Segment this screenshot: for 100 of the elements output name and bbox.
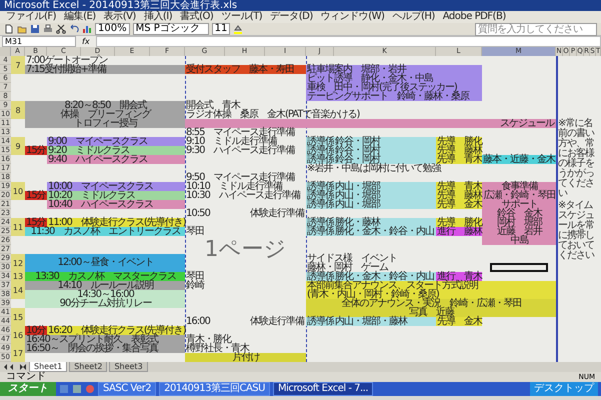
cell-text: 琴田	[186, 227, 205, 236]
filled-cell: 先導 藤林	[436, 146, 482, 155]
cell-text: 7:00ゲートオープン	[25, 56, 108, 65]
help-search-field[interactable]: 質問を入力してください	[475, 22, 597, 36]
printer-icon[interactable]	[43, 24, 53, 34]
sheet-tab[interactable]: Sheet1	[29, 362, 68, 372]
cell-text: 写真 近藤	[408, 308, 454, 317]
cell-text: 全体のアナウンス・実況 鈴崎・広瀬・琴田	[342, 299, 522, 308]
filled-cell: 誘導係	[306, 137, 334, 146]
selected-cell[interactable]	[490, 263, 548, 272]
cell-text: 14:30～16:00	[77, 290, 134, 299]
cell-text: 10:30 ハイペース走行準備	[185, 191, 302, 200]
cell-text: 10:50	[186, 209, 212, 218]
cell-text: 90分チーム対抗リレー	[58, 299, 153, 308]
filled-cell: 受付スタッフ 藤本・寿田	[185, 65, 306, 74]
taskbar-button[interactable]: Microsoft Excel - 7...	[272, 382, 374, 396]
cell-text: 16:00	[186, 317, 212, 326]
hour-cell: 9	[11, 137, 25, 155]
hour-cell: 10	[11, 182, 25, 200]
cell-text: 琴田	[185, 272, 204, 281]
filled-cell: 誘導係	[306, 191, 334, 200]
menu-item[interactable]: 表示(V)	[104, 11, 136, 23]
function-button[interactable]: fx	[80, 37, 92, 46]
cell-text: 駐車場案内 堀部・岩井	[306, 65, 408, 74]
taskbar-button[interactable]: SASC Ver2	[98, 382, 156, 396]
save-icon[interactable]	[30, 24, 40, 34]
filled-cell: 先導 勝化	[436, 137, 482, 146]
menu-item[interactable]: ファイル(F)	[6, 11, 56, 23]
cell-text: 9:10 ミドル走行準備	[185, 137, 277, 146]
filled-cell: 進行 藤林	[436, 227, 482, 236]
filled-cell: 15分	[25, 191, 47, 200]
filled-cell: 勝化・金木・鈴谷・内山	[334, 272, 436, 281]
filled-cell: 先導 青木	[436, 182, 482, 191]
undo-icon[interactable]	[69, 24, 79, 34]
filled-cell: 先導 金木	[436, 317, 482, 326]
filled-cell: 9:20 ミドルクラス	[47, 146, 185, 155]
filled-cell: 16:50～ 閉会の挨拶・集合写真	[25, 344, 185, 353]
cell-text: 樽野社長・青木	[185, 344, 250, 353]
scissors-icon[interactable]	[56, 24, 66, 34]
cell-text: 8:55 マイペース走行準備	[185, 128, 296, 137]
filled-cell: 先導 勝化	[436, 218, 482, 227]
note-text: ※タイムスケジュールを常に携帯しておいてください	[558, 201, 596, 261]
taskbar-button[interactable]: 20140913第三回CASU	[159, 382, 270, 396]
hour-cell: 17	[11, 344, 25, 362]
filled-cell: 10:20 ミドルクラス	[47, 191, 185, 200]
filled-cell: 15分	[25, 146, 47, 155]
status-mode: コマンド	[6, 372, 46, 382]
cell-text: 開会式 青木	[185, 101, 240, 110]
menu-item[interactable]: ツール(T)	[221, 11, 262, 23]
zoom-field[interactable]: 100%	[95, 23, 130, 35]
menu-item[interactable]: 書式(O)	[180, 11, 214, 23]
filled-cell: 16:20 体験走行クラス(先導付き)	[47, 326, 185, 335]
fill-color-icon[interactable]	[233, 24, 244, 34]
cell-text: 藤林・岡村 ゲーム	[306, 263, 389, 272]
filled-cell: 9:40 ハイペースクラス	[47, 155, 185, 164]
filled-cell: 誘導係	[306, 272, 334, 281]
filled-cell: 内山・堀部	[334, 182, 436, 191]
filled-cell: 藤本・近藤・金木	[482, 155, 556, 164]
cell-text: ラジオ体操 桑原 金木(PATで音楽かける)	[185, 110, 360, 119]
sheet-tab[interactable]: Sheet3	[109, 362, 148, 372]
cell-text: 10:10 ミドル走行準備	[185, 182, 282, 191]
tray-label[interactable]: デスクトップ	[530, 382, 598, 396]
filled-cell: スケジュール	[185, 119, 556, 128]
cell-text: 9:30 ハイペース走行準備	[185, 146, 296, 155]
filled-cell: 誘導係	[306, 227, 334, 236]
menu-item[interactable]: 挿入(I)	[144, 11, 172, 23]
filled-cell: 誘導係	[306, 146, 334, 155]
page-number-label: 1ページ	[204, 236, 288, 263]
cell-text: 食事準備	[502, 182, 538, 191]
start-button[interactable]: スタート	[0, 382, 56, 396]
filled-cell: 片付け	[185, 353, 306, 362]
hour-cell: 12	[11, 254, 25, 272]
cell-text: テーピングサポート 鈴崎・藤林・桑原	[306, 92, 470, 101]
menu-item[interactable]: Adobe PDF(B)	[442, 11, 506, 23]
chart-icon[interactable]	[82, 24, 92, 34]
cell-text: 近藤 岩井	[496, 227, 544, 236]
menu-item[interactable]: データ(D)	[270, 11, 313, 23]
tab-scroll-arrows-icon[interactable]	[3, 363, 27, 371]
filled-cell: 勝化・藤林	[334, 218, 436, 227]
hour-cell: 13	[11, 272, 25, 281]
hour-cell: 11	[11, 218, 25, 236]
filled-cell: 誘導係	[306, 155, 334, 164]
sheet-tab[interactable]: Sheet2	[69, 362, 108, 372]
name-box[interactable]: M31	[2, 36, 76, 47]
hour-cell: 14	[11, 281, 25, 299]
menu-item[interactable]: 編集(E)	[64, 11, 96, 23]
hour-cell: 8	[11, 101, 25, 119]
menu-item[interactable]: ヘルプ(H)	[392, 11, 435, 23]
filled-cell: 11:30 カスノ杯 エントリークラス	[25, 227, 185, 236]
filled-cell: 鈴谷・岡村	[334, 137, 436, 146]
filled-cell: 14:10 ルールール説明	[25, 281, 185, 290]
filled-cell: 16:40～スプリント耐久 表彰式	[25, 335, 185, 344]
menu-item[interactable]: ウィンドウ(W)	[320, 11, 384, 23]
font-size-field[interactable]: 11	[212, 23, 230, 35]
filled-cell: 10:40 ハイペースクラス	[47, 200, 185, 209]
formula-field[interactable]	[96, 36, 601, 47]
cell-text: トロフィー授与	[74, 119, 138, 128]
filled-cell: 13:30 カスノ杯 マスタークラス	[25, 272, 185, 281]
font-field[interactable]: MS Pゴシック	[132, 23, 209, 35]
filled-cell: 9:00 マイペースクラス	[47, 137, 185, 146]
